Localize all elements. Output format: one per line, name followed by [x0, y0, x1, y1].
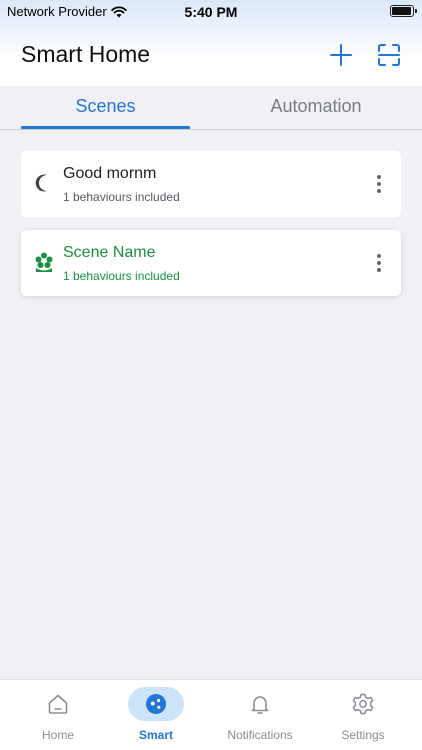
tab-bar: Scenes Automation [0, 86, 422, 130]
nav-icon-container [128, 687, 184, 721]
nav-item-settings[interactable]: Settings [313, 680, 413, 750]
gear-icon [352, 693, 374, 715]
scene-subtitle: 1 behaviours included [63, 190, 180, 204]
nav-label: Home [41, 728, 74, 742]
more-options-button[interactable] [371, 172, 387, 196]
add-button[interactable] [328, 42, 354, 68]
nav-icon-container [30, 687, 86, 721]
nav-label: Smart [138, 728, 173, 742]
battery-icon [390, 5, 417, 17]
scene-subtitle: 1 behaviours included [63, 269, 180, 283]
nav-label: Notifications [227, 728, 293, 742]
more-options-button[interactable] [371, 251, 387, 275]
header: Smart Home [0, 30, 422, 80]
page-title: Smart Home [21, 41, 151, 67]
plus-icon [330, 44, 352, 66]
home-icon [48, 694, 68, 714]
tab-scenes[interactable]: Scenes [21, 96, 190, 117]
nav-item-smart[interactable]: Smart [106, 680, 206, 750]
bottom-nav: Home Smart Notifications Settings [0, 679, 422, 750]
bell-icon [251, 696, 269, 714]
more-vertical-icon [377, 254, 381, 272]
more-vertical-icon [377, 175, 381, 193]
scan-icon [378, 44, 400, 66]
nav-icon-container [232, 687, 288, 721]
scene-card[interactable]: Scene Name 1 behaviours included [21, 230, 401, 296]
nav-icon-container [335, 687, 391, 721]
flower-icon [35, 252, 53, 272]
status-bar: Network Provider 5:40 PM [0, 0, 422, 22]
tab-automation[interactable]: Automation [211, 96, 421, 117]
scene-card[interactable]: Good mornm 1 behaviours included [21, 151, 401, 217]
scene-name: Scene Name [63, 244, 156, 261]
nav-item-notifications[interactable]: Notifications [210, 680, 310, 750]
nav-item-home[interactable]: Home [8, 680, 108, 750]
active-tab-indicator [21, 126, 190, 129]
battery-level [392, 7, 411, 15]
nav-label: Settings [341, 728, 385, 742]
scene-name: Good mornm [63, 165, 157, 182]
status-time: 5:40 PM [184, 4, 238, 20]
moon-icon [35, 174, 47, 192]
scan-button[interactable] [376, 42, 402, 68]
smart-icon [146, 694, 166, 714]
